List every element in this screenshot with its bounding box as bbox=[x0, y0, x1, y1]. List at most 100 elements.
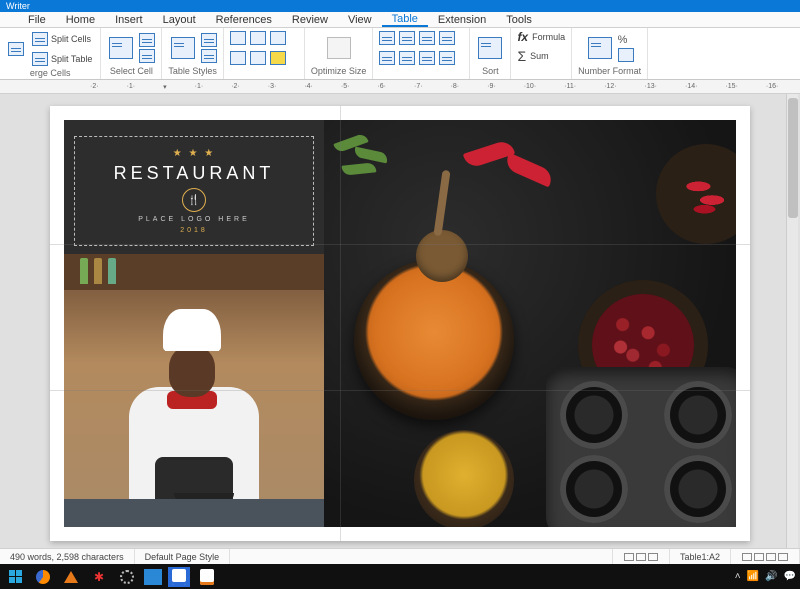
wooden-scoop-icon bbox=[416, 230, 468, 282]
page[interactable]: ★ ★ ★ RESTAURANT 🍴 PLACE LOGO HERE 2018 bbox=[50, 106, 750, 541]
document-canvas: ★ ★ ★ RESTAURANT 🍴 PLACE LOGO HERE 2018 bbox=[0, 94, 800, 548]
ingredients-image[interactable] bbox=[324, 120, 736, 527]
tray-notifications-icon[interactable]: 💬 bbox=[784, 571, 796, 582]
sum-button[interactable]: ΣSum bbox=[517, 48, 548, 64]
system-tray: ˄ 📶 🔊 💬 bbox=[735, 571, 796, 582]
logo-name: RESTAURANT bbox=[114, 163, 275, 184]
optimize-size-label: Optimize Size bbox=[311, 66, 367, 76]
horizontal-ruler[interactable]: ·2··1·▾·1··2··3··4··5··6··7··8··9··10··1… bbox=[0, 80, 800, 94]
utensils-icon: 🍴 bbox=[182, 188, 206, 212]
app-title: Writer bbox=[6, 1, 30, 11]
status-bar: 490 words, 2,598 characters Default Page… bbox=[0, 548, 800, 564]
ribbon-table: Split Cells Split Table erge Cells Selec… bbox=[0, 28, 800, 80]
taskbar-impress[interactable] bbox=[196, 567, 218, 587]
align-ml-button[interactable] bbox=[379, 51, 395, 65]
menu-insert[interactable]: Insert bbox=[105, 14, 153, 26]
shading-button[interactable] bbox=[230, 51, 246, 65]
title-bar: Writer bbox=[0, 0, 800, 12]
menu-bar: File Home Insert Layout References Revie… bbox=[0, 12, 800, 28]
align-tl-button[interactable] bbox=[379, 31, 395, 45]
merge-cells-button[interactable] bbox=[6, 40, 26, 58]
number-format-label: Number Format bbox=[578, 66, 641, 76]
taskbar-firefox[interactable] bbox=[32, 567, 54, 587]
group-align bbox=[373, 28, 470, 79]
group-number-format: % Number Format bbox=[572, 28, 648, 79]
border-none-button[interactable] bbox=[270, 31, 286, 45]
percent-button[interactable]: % bbox=[618, 34, 634, 46]
muffin-tray-icon bbox=[546, 367, 736, 527]
start-button[interactable] bbox=[4, 567, 26, 587]
taskbar-app-red[interactable]: ✱ bbox=[88, 567, 110, 587]
group-table-styles: Table Styles bbox=[162, 28, 224, 79]
herbs-icon bbox=[328, 130, 418, 210]
logo-placeholder[interactable]: ★ ★ ★ RESTAURANT 🍴 PLACE LOGO HERE 2018 bbox=[74, 136, 314, 246]
select-row-button[interactable] bbox=[139, 33, 155, 47]
formula-button[interactable]: fxFormula bbox=[517, 30, 565, 44]
tray-network-icon[interactable]: 📶 bbox=[747, 571, 759, 582]
border-inner-button[interactable] bbox=[250, 31, 266, 45]
border-style-button[interactable] bbox=[250, 51, 266, 65]
taskbar: ✱ ˄ 📶 🔊 💬 bbox=[0, 564, 800, 589]
align-j-button[interactable] bbox=[439, 31, 455, 45]
left-column: ★ ★ ★ RESTAURANT 🍴 PLACE LOGO HERE 2018 bbox=[64, 120, 324, 527]
table-gridline bbox=[50, 244, 750, 245]
table-styles-button[interactable] bbox=[169, 35, 197, 61]
scrollbar-thumb[interactable] bbox=[788, 98, 798, 218]
taskbar-settings[interactable] bbox=[116, 567, 138, 587]
align-mc-button[interactable] bbox=[399, 51, 415, 65]
menu-file[interactable]: File bbox=[18, 14, 56, 26]
table-gridline bbox=[50, 390, 750, 391]
style-opt-1[interactable] bbox=[201, 33, 217, 47]
tray-up-icon[interactable]: ˄ bbox=[735, 571, 741, 582]
group-merge: Split Cells Split Table erge Cells bbox=[0, 28, 101, 79]
logo-stars: ★ ★ ★ bbox=[173, 148, 215, 159]
table-styles-label: Table Styles bbox=[168, 66, 217, 76]
merge-cells-label: erge Cells bbox=[30, 68, 71, 78]
date-format-button[interactable] bbox=[618, 48, 634, 62]
group-select: Select Cell bbox=[101, 28, 162, 79]
status-cell-ref[interactable]: Table1:A2 bbox=[670, 549, 731, 564]
taskbar-app-blue[interactable] bbox=[144, 569, 162, 585]
split-table-button[interactable]: Split Table bbox=[30, 50, 94, 68]
select-cell-label: Select Cell bbox=[110, 66, 153, 76]
menu-view[interactable]: View bbox=[338, 14, 382, 26]
align-tr-button[interactable] bbox=[419, 31, 435, 45]
style-opt-2[interactable] bbox=[201, 49, 217, 63]
align-tc-button[interactable] bbox=[399, 31, 415, 45]
select-cell-button[interactable] bbox=[107, 35, 135, 61]
number-format-button[interactable] bbox=[586, 35, 614, 61]
menu-tools[interactable]: Tools bbox=[496, 14, 542, 26]
status-view-buttons[interactable] bbox=[613, 549, 670, 564]
taskbar-writer[interactable] bbox=[168, 567, 190, 587]
status-layout-buttons[interactable] bbox=[731, 549, 800, 564]
menu-layout[interactable]: Layout bbox=[153, 14, 206, 26]
status-word-count[interactable]: 490 words, 2,598 characters bbox=[0, 549, 135, 564]
tray-volume-icon[interactable]: 🔊 bbox=[765, 571, 777, 582]
border-outer-button[interactable] bbox=[230, 31, 246, 45]
menu-table[interactable]: Table bbox=[382, 13, 428, 27]
optimize-size-button[interactable] bbox=[325, 35, 353, 61]
lentils-bowl-icon bbox=[354, 260, 514, 420]
group-optimize: Optimize Size bbox=[305, 28, 374, 79]
align-mr-button[interactable] bbox=[419, 51, 435, 65]
align-mj-button[interactable] bbox=[439, 51, 455, 65]
turmeric-bowl-icon bbox=[414, 430, 514, 527]
split-cells-button[interactable]: Split Cells bbox=[30, 30, 94, 48]
taskbar-vlc[interactable] bbox=[60, 567, 82, 587]
sort-button[interactable] bbox=[476, 35, 504, 61]
select-column-button[interactable] bbox=[139, 49, 155, 63]
logo-year: 2018 bbox=[180, 227, 208, 234]
sort-label: Sort bbox=[482, 66, 499, 76]
border-color-button[interactable] bbox=[270, 51, 286, 65]
menu-review[interactable]: Review bbox=[282, 14, 338, 26]
status-page-style[interactable]: Default Page Style bbox=[135, 549, 231, 564]
menu-references[interactable]: References bbox=[206, 14, 282, 26]
group-borders bbox=[224, 28, 305, 79]
menu-extension[interactable]: Extension bbox=[428, 14, 496, 26]
table-gridline bbox=[340, 106, 341, 541]
group-formula: fxFormula ΣSum bbox=[511, 28, 572, 79]
logo-sub: PLACE LOGO HERE bbox=[138, 216, 250, 223]
vertical-scrollbar[interactable] bbox=[786, 94, 798, 548]
menu-home[interactable]: Home bbox=[56, 14, 105, 26]
group-sort: Sort bbox=[470, 28, 511, 79]
